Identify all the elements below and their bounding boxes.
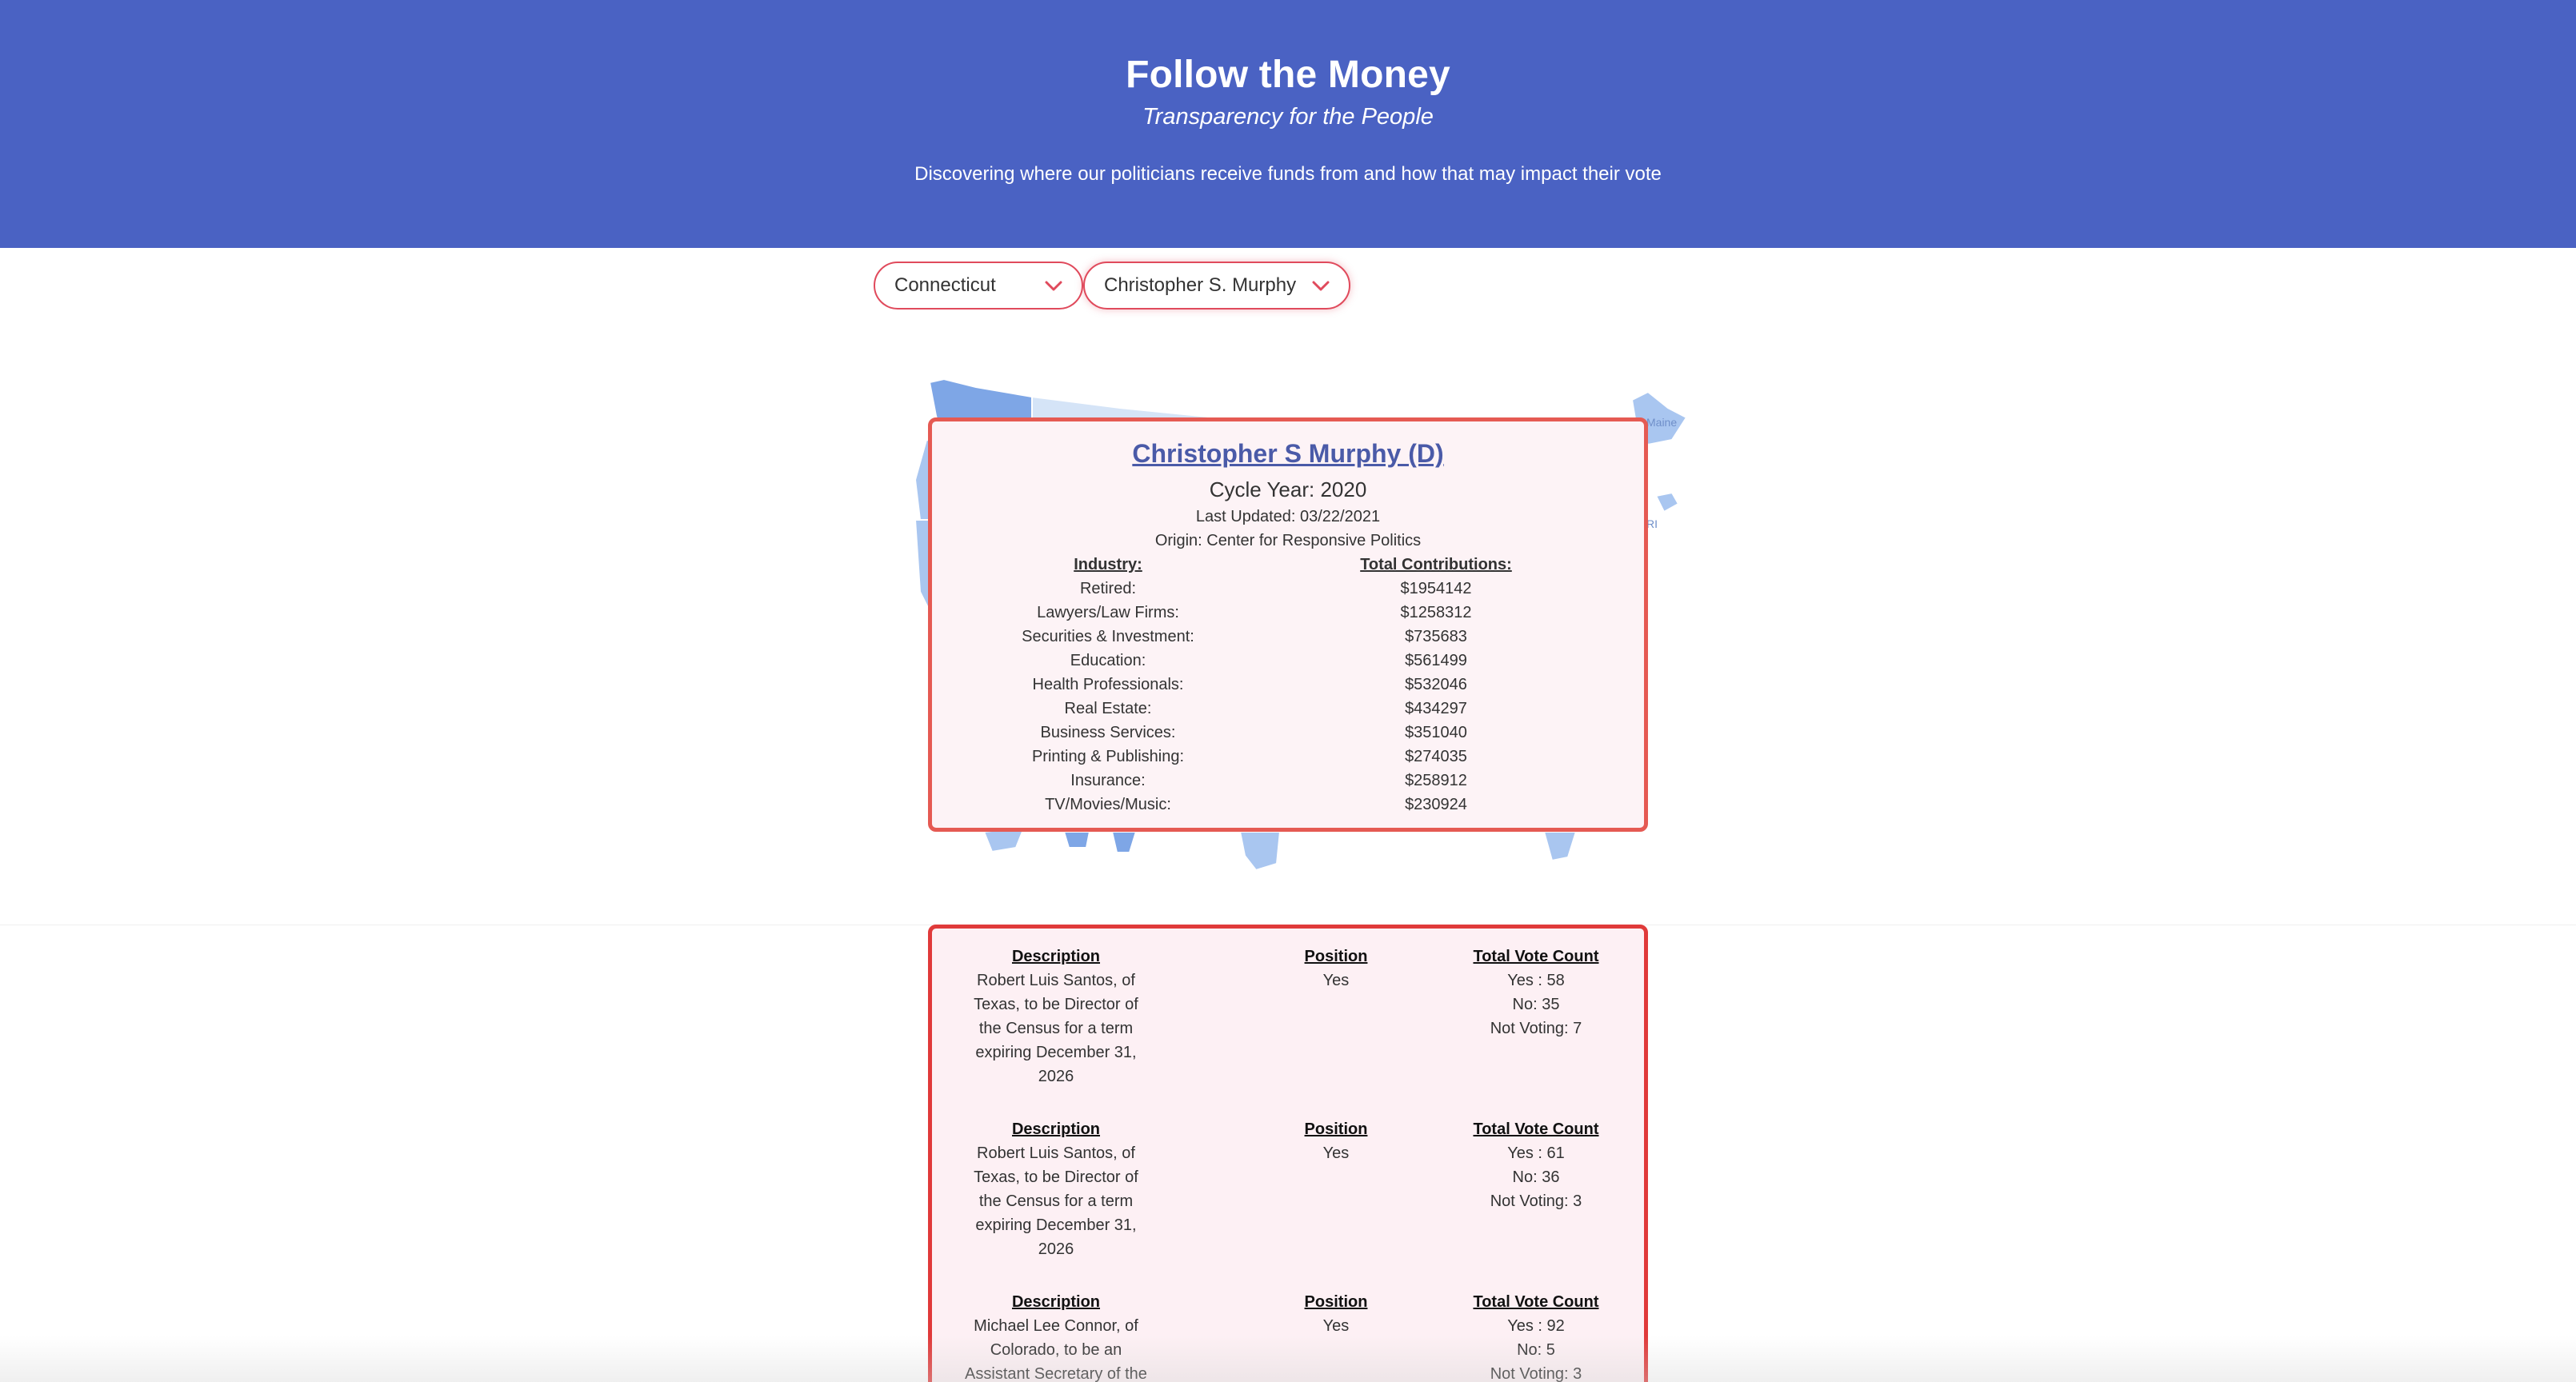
description-line: Robert Luis Santos, of bbox=[977, 1144, 1135, 1162]
site-tagline: Transparency for the People bbox=[1142, 104, 1434, 130]
contribution-row: Health Professionals: $532046 bbox=[932, 676, 1644, 700]
yes-count: Yes : 92 bbox=[1507, 1317, 1565, 1335]
industry-name: Real Estate: bbox=[1064, 700, 1152, 717]
vote-position: Yes bbox=[1322, 1144, 1350, 1162]
politician-profile-card: Christopher S Murphy (D) Cycle Year: 202… bbox=[928, 417, 1648, 832]
no-count: No: 36 bbox=[1512, 1168, 1560, 1186]
vote-count-header: Total Vote Count bbox=[1473, 1120, 1599, 1138]
vote-position-column: Position Yes bbox=[1284, 1290, 1388, 1338]
position-header: Position bbox=[1304, 948, 1368, 965]
data-origin: Origin: Center for Responsive Politics bbox=[1154, 532, 1422, 549]
contribution-row: Retired: $1954142 bbox=[932, 580, 1644, 604]
contribution-row: Printing & Publishing: $274035 bbox=[932, 748, 1644, 772]
contribution-row: TV/Movies/Music: $230924 bbox=[932, 796, 1644, 820]
vote-description-column: Description Robert Luis Santos, of Texas… bbox=[948, 1117, 1164, 1261]
politician-select[interactable]: Christopher S. Murphy bbox=[1083, 262, 1350, 310]
map-state-louisiana[interactable] bbox=[1238, 831, 1282, 872]
industry-name: Retired: bbox=[1079, 580, 1137, 597]
contribution-row: Securities & Investment: $735683 bbox=[932, 628, 1644, 652]
vote-count-header: Total Vote Count bbox=[1473, 1293, 1599, 1311]
contribution-row: Education: $561499 bbox=[932, 652, 1644, 676]
description-line: expiring December 31, bbox=[975, 1044, 1137, 1061]
site-title: Follow the Money bbox=[1126, 54, 1450, 96]
vote-description-column: Description Robert Luis Santos, of Texas… bbox=[948, 945, 1164, 1088]
description-header: Description bbox=[1011, 1120, 1101, 1138]
contribution-row: Real Estate: $434297 bbox=[932, 700, 1644, 724]
no-count: No: 5 bbox=[1517, 1341, 1555, 1359]
contribution-total: $735683 bbox=[1405, 628, 1467, 645]
no-count: No: 35 bbox=[1512, 996, 1560, 1013]
state-select[interactable]: Connecticut bbox=[874, 262, 1083, 310]
vote-position: Yes bbox=[1322, 1317, 1350, 1335]
industry-name: Health Professionals: bbox=[1032, 676, 1184, 693]
vote-count-header: Total Vote Count bbox=[1473, 948, 1599, 965]
map-state-florida[interactable] bbox=[1542, 831, 1578, 862]
contribution-total: $1258312 bbox=[1400, 604, 1472, 621]
industry-name: Insurance: bbox=[1070, 772, 1146, 789]
voting-record-card[interactable]: Description Robert Luis Santos, of Texas… bbox=[928, 925, 1648, 1382]
contribution-total: $351040 bbox=[1405, 724, 1467, 741]
description-line: 2026 bbox=[1038, 1068, 1074, 1085]
description-line: Assistant Secretary of the bbox=[965, 1365, 1147, 1382]
cycle-year: Cycle Year: 2020 bbox=[1209, 477, 1367, 501]
industry-name: Lawyers/Law Firms: bbox=[1037, 604, 1179, 621]
contribution-total: $258912 bbox=[1405, 772, 1467, 789]
description-line: Robert Luis Santos, of bbox=[977, 972, 1135, 989]
hero-banner: Follow the Money Transparency for the Pe… bbox=[0, 0, 2576, 248]
politician-name-link[interactable]: Christopher S Murphy (D) bbox=[932, 439, 1644, 469]
vote-count-column: Total Vote Count Yes : 92 No: 5 Not Voti… bbox=[1428, 1290, 1644, 1382]
position-header: Position bbox=[1304, 1120, 1368, 1138]
description-line: Texas, to be Director of bbox=[974, 996, 1138, 1013]
industry-name: Printing & Publishing: bbox=[1031, 748, 1185, 765]
chevron-down-icon bbox=[1312, 281, 1330, 291]
contribution-total: $274035 bbox=[1405, 748, 1467, 765]
vote-count-column: Total Vote Count Yes : 58 No: 35 Not Vot… bbox=[1428, 945, 1644, 1040]
contribution-row: Lawyers/Law Firms: $1258312 bbox=[932, 604, 1644, 628]
vote-position-column: Position Yes bbox=[1284, 1117, 1388, 1165]
not-voting-count: Not Voting: 7 bbox=[1490, 1020, 1582, 1037]
description-header: Description bbox=[1011, 948, 1101, 965]
description-line: the Census for a term bbox=[978, 1020, 1134, 1037]
vote-position-column: Position Yes bbox=[1284, 945, 1388, 993]
yes-count: Yes : 58 bbox=[1507, 972, 1565, 989]
map-state-new-england[interactable] bbox=[1654, 491, 1680, 513]
description-line: Colorado, to be an bbox=[990, 1341, 1122, 1359]
industry-name: Securities & Investment: bbox=[1022, 628, 1194, 645]
map-state-texas[interactable] bbox=[1110, 831, 1138, 853]
contribution-row: Business Services: $351040 bbox=[932, 724, 1644, 748]
contributions-list: Retired: $1954142 Lawyers/Law Firms: $1258… bbox=[932, 580, 1644, 820]
site-description: Discovering where our politicians receiv… bbox=[914, 163, 1662, 185]
vote-count-column: Total Vote Count Yes : 61 No: 36 Not Vot… bbox=[1428, 1117, 1644, 1213]
contribution-total: $434297 bbox=[1405, 700, 1467, 717]
not-voting-count: Not Voting: 3 bbox=[1490, 1192, 1582, 1210]
position-header: Position bbox=[1304, 1293, 1368, 1311]
description-line: Michael Lee Connor, of bbox=[974, 1317, 1138, 1335]
not-voting-count: Not Voting: 3 bbox=[1490, 1365, 1582, 1382]
description-line: expiring December 31, bbox=[975, 1216, 1137, 1234]
contribution-total: $1954142 bbox=[1400, 580, 1472, 597]
politician-select-value: Christopher S. Murphy bbox=[1104, 274, 1297, 296]
chevron-down-icon bbox=[1045, 281, 1062, 291]
contribution-total: $230924 bbox=[1405, 796, 1467, 813]
yes-count: Yes : 61 bbox=[1507, 1144, 1565, 1162]
map-label-ri: RI bbox=[1646, 517, 1658, 530]
map-state-new-mexico[interactable] bbox=[1062, 831, 1091, 849]
contribution-row: Insurance: $258912 bbox=[932, 772, 1644, 796]
description-line: Texas, to be Director of bbox=[974, 1168, 1138, 1186]
vote-description-column: Description Michael Lee Connor, of Color… bbox=[948, 1290, 1164, 1382]
state-select-value: Connecticut bbox=[894, 274, 996, 296]
vote-position: Yes bbox=[1322, 972, 1350, 989]
last-updated: Last Updated: 03/22/2021 bbox=[1195, 508, 1381, 525]
industry-name: Business Services: bbox=[1040, 724, 1176, 741]
total-contributions-header: Total Contributions: bbox=[1360, 556, 1512, 573]
map-label-maine: Maine bbox=[1646, 416, 1677, 429]
contribution-total: $561499 bbox=[1405, 652, 1467, 669]
description-line: the Census for a term bbox=[978, 1192, 1134, 1210]
industry-name: Education: bbox=[1070, 652, 1146, 669]
contribution-total: $532046 bbox=[1405, 676, 1467, 693]
description-header: Description bbox=[1011, 1293, 1101, 1311]
industry-header: Industry: bbox=[1074, 556, 1142, 573]
industry-name: TV/Movies/Music: bbox=[1045, 796, 1171, 813]
description-line: 2026 bbox=[1038, 1240, 1074, 1258]
